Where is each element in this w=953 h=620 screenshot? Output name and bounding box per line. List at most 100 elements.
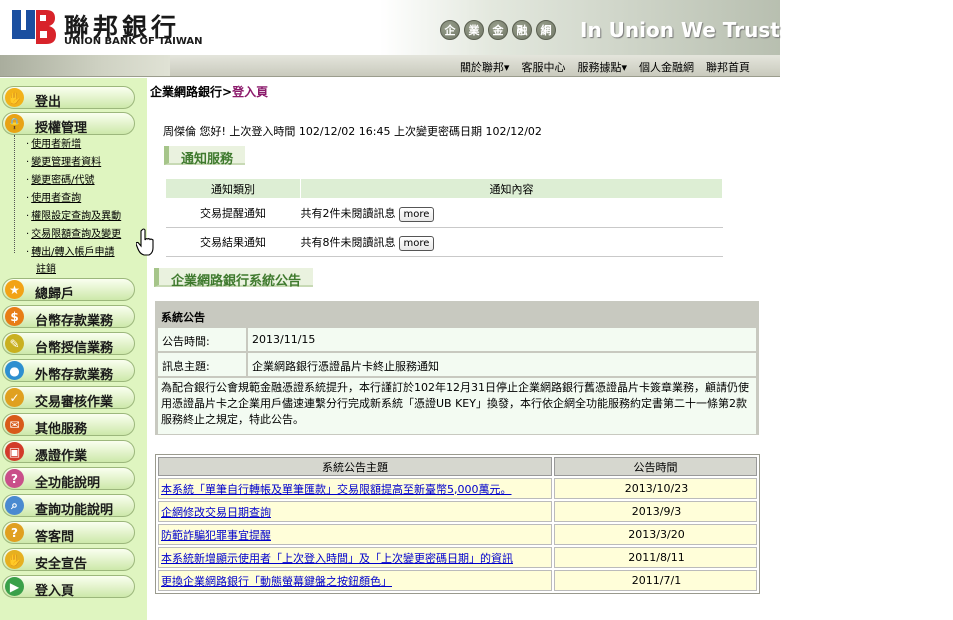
announcement-title-cell: 企網修改交易日期查詢	[158, 501, 552, 522]
sidebar-item[interactable]: ▣ 憑證作業	[2, 440, 135, 464]
sidebar-item[interactable]: $ 台幣存款業務	[2, 305, 135, 329]
announcement-section-title: 企業網路銀行系統公告	[154, 268, 314, 289]
sidebar-item[interactable]: ? 答客問	[2, 521, 135, 545]
sidebar-item[interactable]: ✉ 其他服務	[2, 413, 135, 437]
title-pill: 業	[464, 20, 484, 40]
nav-home[interactable]: 聯邦首頁	[706, 59, 750, 75]
breadcrumb: 企業網路銀行>登入頁	[150, 83, 268, 100]
announcement-link[interactable]: 防範詐騙犯罪事宜提醒	[161, 529, 271, 542]
submenu-item[interactable]: 變更管理者資料	[26, 153, 101, 168]
more-button[interactable]: more	[398, 206, 435, 222]
submenu-tree-line	[14, 135, 15, 253]
announcement-box: 系統公告 公告時間: 2013/11/15 訊息主題: 企業網路銀行憑證晶片卡終…	[155, 301, 759, 435]
announcement-title-cell: 更換企業網路銀行「動態螢幕鍵盤之按鈕顏色」	[158, 570, 552, 591]
table-header-row: 系統公告主題 公告時間	[158, 457, 757, 476]
sidebar-item[interactable]: ★ 總歸戶	[2, 278, 135, 302]
sidebar-item[interactable]: ▶ 登入頁	[2, 575, 135, 599]
portal-title: 企 業 金 融 網	[440, 20, 556, 40]
title-pill: 網	[536, 20, 556, 40]
announcement-date: 2011/7/1	[554, 570, 757, 591]
twd-deposit-icon: $	[5, 307, 24, 326]
table-header-row: 通知類別 通知內容	[165, 178, 723, 199]
announcement-link[interactable]: 本系統「單筆自行轉帳及單筆匯款」交易限額提高至新臺幣5,000萬元。	[161, 483, 512, 496]
sidebar-item[interactable]: 🔒 授權管理	[2, 112, 135, 136]
sidebar-item-label: 憑證作業	[35, 449, 88, 464]
sidebar-item[interactable]: ? 全功能說明	[2, 467, 135, 491]
notice-section-title: 通知服務	[164, 146, 246, 167]
title-pill: 金	[488, 20, 508, 40]
slogan: In Union We Trust	[580, 18, 780, 42]
table-header: 系統公告主題	[158, 457, 552, 476]
login-page-icon: ▶	[5, 577, 24, 596]
hand-cursor-icon	[136, 228, 154, 256]
authorization-icon: 🔒	[5, 114, 24, 133]
review-icon: ✓	[5, 388, 24, 407]
sidebar: ✋ 登出 🔒 授權管理 ★ 總歸戶 $ 台幣存款業務 ✎ 台幣授信業務 ● 外幣存款業務 ✓ 交易審核作業…	[0, 78, 147, 620]
sidebar-item-label: 授權管理	[35, 121, 88, 136]
announcement-link[interactable]: 企網修改交易日期查詢	[161, 506, 271, 519]
nav-about[interactable]: 關於聯邦▾	[460, 59, 510, 75]
table-header: 通知類別	[165, 178, 301, 199]
security-icon: ✋	[5, 550, 24, 569]
greeting: 周傑倫 您好! 上次登入時間 102/12/02 16:45 上次變更密碼日期 …	[163, 125, 542, 138]
sidebar-item[interactable]: ✓ 交易審核作業	[2, 386, 135, 410]
other-service-icon: ✉	[5, 415, 24, 434]
announcement-time-label: 公告時間:	[158, 328, 246, 351]
submenu-item[interactable]: 註銷	[34, 260, 56, 275]
banner-image	[0, 55, 170, 76]
bank-name-en: UNION BANK OF TAIWAN	[64, 36, 203, 47]
submenu-item[interactable]: 交易限額查詢及變更	[26, 225, 121, 240]
sidebar-item-label: 登出	[35, 95, 62, 110]
table-row: 交易結果通知 共有8件未閱讀訊息 more	[165, 227, 723, 257]
sidebar-item[interactable]: ✋ 登出	[2, 86, 135, 110]
notice-table: 通知類別 通知內容 交易提醒通知 共有2件未閱讀訊息 more 交易結果通知 共有…	[165, 178, 723, 257]
submenu-item[interactable]: 轉出/轉入帳戶申請	[26, 243, 114, 258]
announcement-title: 系統公告	[161, 311, 205, 324]
ub-logo-icon	[12, 10, 56, 44]
table-row: 交易提醒通知 共有2件未閱讀訊息 more	[165, 198, 723, 228]
fx-deposit-icon: ●	[5, 361, 24, 380]
sidebar-item[interactable]: ✎ 台幣授信業務	[2, 332, 135, 356]
nav-personal-banking[interactable]: 個人金融網	[639, 59, 694, 75]
announcement-body: 為配合銀行公會規範金融憑證系統提升，本行謹訂於102年12月31日停止企業網路銀…	[158, 378, 756, 434]
announcement-link[interactable]: 本系統新增顯示使用者「上次登入時間」及「上次變更密碼日期」的資訊	[161, 552, 513, 565]
nav-branches[interactable]: 服務據點▾	[577, 59, 627, 75]
sidebar-item-label: 台幣授信業務	[35, 341, 114, 356]
submenu-item[interactable]: 權限設定查詢及異動	[26, 207, 121, 222]
nav-service-center[interactable]: 客服中心	[521, 59, 565, 75]
table-row: 本系統「單筆自行轉帳及單筆匯款」交易限額提高至新臺幣5,000萬元。 2013/1…	[158, 478, 757, 499]
table-row: 企網修改交易日期查詢 2013/9/3	[158, 501, 757, 522]
announcement-title-cell: 本系統新增顯示使用者「上次登入時間」及「上次變更密碼日期」的資訊	[158, 547, 552, 568]
sidebar-item-label: 登入頁	[35, 584, 75, 599]
announcement-subject: 企業網路銀行憑證晶片卡終止服務通知	[248, 353, 756, 376]
sidebar-item-label: 查詢功能說明	[35, 503, 114, 518]
announcement-list: 系統公告主題 公告時間 本系統「單筆自行轉帳及單筆匯款」交易限額提高至新臺幣5,…	[155, 454, 760, 594]
top-nav: 關於聯邦▾ 客服中心 服務據點▾ 個人金融網 聯邦首頁	[0, 55, 780, 77]
announcement-date: 2013/10/23	[554, 478, 757, 499]
announcement-date: 2013/9/3	[554, 501, 757, 522]
table-header: 通知內容	[300, 178, 723, 199]
notice-content: 共有2件未閱讀訊息	[300, 206, 396, 220]
announcement-link[interactable]: 更換企業網路銀行「動態螢幕鍵盤之按鈕顏色」	[161, 575, 392, 588]
submenu-item[interactable]: 使用者新增	[26, 135, 81, 150]
notice-type: 交易提醒通知	[165, 198, 301, 228]
sidebar-item-label: 交易審核作業	[35, 395, 114, 410]
sidebar-item[interactable]: ✋ 安全宣告	[2, 548, 135, 572]
submenu-item[interactable]: 變更密碼/代號	[26, 171, 94, 186]
certificate-icon: ▣	[5, 442, 24, 461]
notice-content-cell: 共有8件未閱讀訊息 more	[300, 227, 723, 257]
submenu-item[interactable]: 使用者查詢	[26, 189, 81, 204]
breadcrumb-root: 企業網路銀行>	[150, 85, 233, 99]
sidebar-item-label: 全功能說明	[35, 476, 101, 491]
sidebar-item[interactable]: ⌕ 查詢功能說明	[2, 494, 135, 518]
header: 聯邦銀行 UNION BANK OF TAIWAN 企 業 金 融 網 In U…	[0, 0, 780, 55]
more-button[interactable]: more	[398, 235, 435, 251]
table-row: 更換企業網路銀行「動態螢幕鍵盤之按鈕顏色」 2011/7/1	[158, 570, 757, 591]
sidebar-item[interactable]: ● 外幣存款業務	[2, 359, 135, 383]
sidebar-item-label: 其他服務	[35, 422, 88, 437]
twd-credit-icon: ✎	[5, 334, 24, 353]
accounts-icon: ★	[5, 280, 24, 299]
logout-icon: ✋	[5, 88, 24, 107]
title-pill: 融	[512, 20, 532, 40]
faq-icon: ?	[5, 523, 24, 542]
